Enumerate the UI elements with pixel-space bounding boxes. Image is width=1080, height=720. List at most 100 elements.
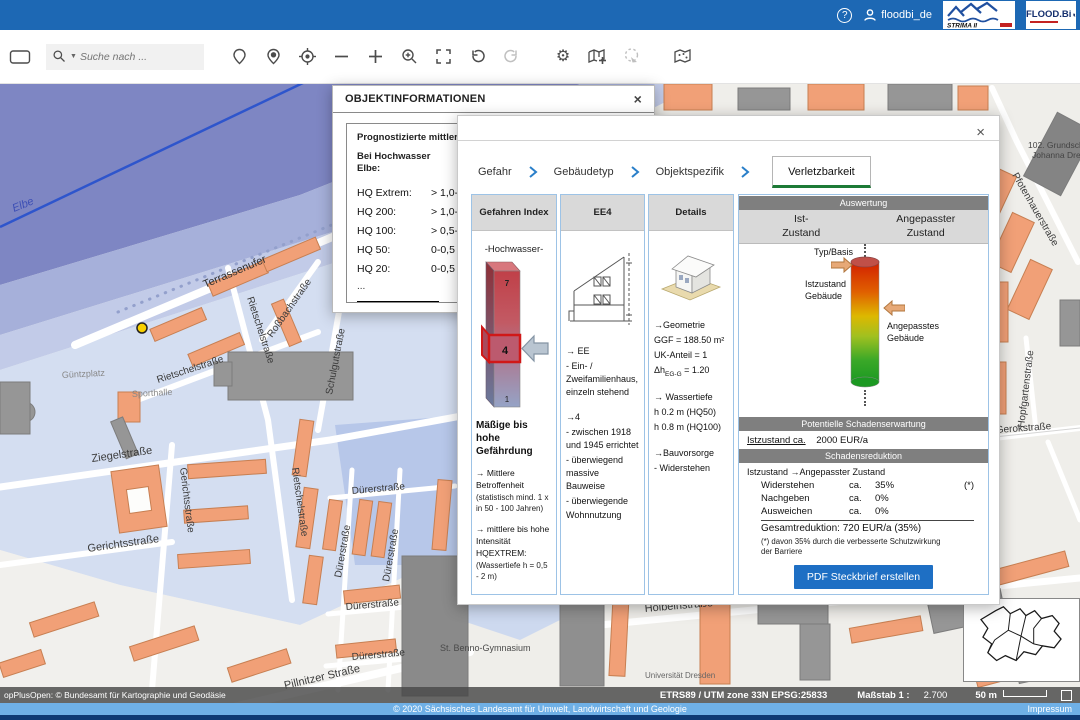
house-3d-icon bbox=[659, 247, 723, 305]
gefahren-index-header: Gefahren Index bbox=[472, 195, 556, 231]
strima-logo[interactable]: STRIMA II bbox=[943, 1, 1015, 29]
scalebar-label: 50 m bbox=[975, 690, 997, 701]
saxony-districts-outline bbox=[964, 599, 1079, 681]
locate-tool-icon[interactable] bbox=[227, 45, 251, 69]
ggf-value: GGF = 188.50 m² bbox=[649, 334, 733, 347]
selected-object-marker[interactable] bbox=[137, 323, 147, 333]
center-position-tool-icon[interactable] bbox=[295, 45, 319, 69]
building-sketch-icon bbox=[566, 249, 640, 329]
floodbi-logo-text: FLOOD.Bi bbox=[1026, 10, 1071, 20]
tab-gebaeudetyp[interactable]: Gebäudetyp bbox=[554, 166, 614, 178]
ee-desc: - Ein- / Zweifamilienhaus, einzeln stehe… bbox=[561, 360, 644, 399]
angepasstes-gebaeude-label: AngepasstesGebäude bbox=[887, 320, 947, 344]
map-toolbar: ▼ ⚙ bbox=[0, 30, 1080, 84]
schadensreduktion-header: Schadensreduktion bbox=[739, 449, 988, 463]
map-attribution: opPlusOpen: © Bundesamt für Kartographie… bbox=[4, 690, 226, 700]
uk-anteil-value: UK-Anteil = 1 bbox=[649, 349, 733, 362]
verletzbarkeit-dialog: × Gefahr Gebäudetyp Objektspezifik Verle… bbox=[457, 115, 1000, 605]
scalebar-graphic bbox=[1003, 690, 1047, 697]
current-level-arrow-icon bbox=[522, 336, 548, 361]
gebaeudetyp-panel: EE4 → EE - Ein- / Zweifamilienhaus, einz… bbox=[560, 194, 645, 595]
search-caret-icon[interactable]: ▼ bbox=[70, 53, 77, 60]
damage-gradient-cylinder bbox=[850, 256, 880, 388]
auswertung-panel: Auswertung Ist-Zustand AngepassterZustan… bbox=[738, 194, 989, 595]
floodbi-logo-icon bbox=[1073, 8, 1076, 22]
massstab-label: Maßstab 1 : bbox=[857, 690, 909, 701]
intensitaet-note: (Wassertiefe h = 0,5 - 2 m) bbox=[476, 560, 552, 582]
floodbi-logo-accent bbox=[1030, 21, 1058, 23]
gesamtreduktion-value: Gesamtreduktion: 720 EUR/a (35%) bbox=[739, 523, 988, 534]
statusbar-panel-icon[interactable] bbox=[1061, 690, 1072, 701]
geometrie-heading: →Geometrie bbox=[649, 319, 733, 332]
ist-arrow-icon bbox=[831, 257, 853, 273]
map-label-universitaet: Universität Dresden bbox=[645, 671, 715, 680]
undo-icon[interactable] bbox=[465, 45, 489, 69]
auswertung-header: Auswertung bbox=[739, 196, 988, 210]
baujahr-line: - zwischen 1918 und 1945 errichtet bbox=[561, 426, 644, 452]
steckbrief-button[interactable]: Steckbrief bbox=[357, 301, 439, 303]
map-status-bar: opPlusOpen: © Bundesamt für Kartographie… bbox=[0, 687, 1080, 703]
istzustand-gebaeude-label: IstzustandGebäude bbox=[805, 278, 855, 302]
hochwasser-subtitle: -Hochwasser- bbox=[472, 244, 556, 255]
class4-line: →4 bbox=[561, 411, 644, 424]
dialog-divider bbox=[458, 140, 999, 141]
app-window: Elbe Terrassenufer Rietschelstraße Riets… bbox=[0, 0, 1080, 720]
bottom-edge-bar bbox=[0, 715, 1080, 720]
objektinformationen-close-icon[interactable]: × bbox=[634, 91, 642, 107]
wassertiefe-hq50: h 0.2 m (HQ50) bbox=[649, 406, 733, 419]
zoom-in-tool-icon[interactable] bbox=[363, 45, 387, 69]
angepasst-arrow-icon bbox=[883, 300, 905, 316]
user-menu[interactable]: floodbi_de bbox=[863, 8, 932, 22]
zoom-window-tool-icon[interactable] bbox=[397, 45, 421, 69]
istzustand-value: 2000 EUR/a bbox=[816, 435, 868, 446]
tab-verletzbarkeit[interactable]: Verletzbarkeit bbox=[772, 156, 871, 188]
svg-text:1: 1 bbox=[505, 395, 510, 404]
pdf-steckbrief-button[interactable]: PDF Steckbrief erstellen bbox=[794, 565, 933, 589]
gefaehrdung-rating: Mäßige bis hohe Gefährdung bbox=[472, 419, 556, 458]
impressum-link[interactable]: Impressum bbox=[1027, 703, 1072, 715]
schadenserwartung-header: Potentielle Schadenserwartung bbox=[739, 417, 988, 431]
overview-inset-map[interactable] bbox=[963, 598, 1080, 682]
chevron-right-icon bbox=[528, 165, 538, 179]
place-marker-tool-icon[interactable] bbox=[261, 45, 285, 69]
crs-label: ETRS89 / UTM zone 33N EPSG:25833 bbox=[660, 690, 827, 701]
details-header: Details bbox=[649, 195, 733, 231]
dialog-close-icon[interactable]: × bbox=[976, 125, 985, 140]
bauvorsorge-heading: →Bauvorsorge bbox=[649, 447, 733, 460]
map-marks-tool-icon[interactable] bbox=[671, 45, 695, 69]
svg-text:7: 7 bbox=[505, 279, 510, 288]
reduction-row: Ausweichenca.0% bbox=[739, 505, 988, 518]
user-icon bbox=[863, 8, 877, 22]
intensitaet-text: → mittlere bis hohe Intensität HQEXTREM: bbox=[476, 524, 552, 560]
strima-logo-text: STRIMA II bbox=[947, 23, 977, 30]
tab-gefahr[interactable]: Gefahr bbox=[478, 166, 512, 178]
tab-objektspezifik[interactable]: Objektspezifik bbox=[656, 166, 724, 178]
betroffenheit-text: → Mittlere Betroffenheit bbox=[476, 468, 552, 492]
select-tool-icon[interactable] bbox=[619, 45, 643, 69]
full-extent-tool-icon[interactable] bbox=[431, 45, 455, 69]
map-label-schule-1: 102. Grundschule bbox=[1028, 140, 1080, 150]
ee-line: → EE bbox=[561, 345, 644, 358]
details-panel: Details →Geometrie GGF = 188.50 m² UK-An… bbox=[648, 194, 734, 595]
copyright-bar: © 2020 Sächsisches Landesamt für Umwelt,… bbox=[0, 703, 1080, 715]
zoom-out-tool-icon[interactable] bbox=[329, 45, 353, 69]
reduction-row: Nachgebenca.0% bbox=[739, 492, 988, 505]
map-label-benno: St. Benno-Gymnasium bbox=[440, 643, 531, 653]
search-input[interactable] bbox=[80, 51, 180, 63]
map-label-schule-2: Johanna Dres... bbox=[1032, 150, 1080, 160]
settings-gear-icon[interactable]: ⚙ bbox=[551, 45, 575, 69]
map-add-tool-icon[interactable] bbox=[585, 45, 609, 69]
floodbi-logo[interactable]: FLOOD.Bi bbox=[1026, 1, 1076, 29]
redo-icon[interactable] bbox=[499, 45, 523, 69]
footnote-line2: der Barriere bbox=[761, 547, 988, 557]
ee4-header: EE4 bbox=[561, 195, 644, 231]
gefahren-index-bar-chart: 7 1 4 bbox=[472, 259, 556, 417]
reduktion-subheading: Istzustand →Angepasster Zustand bbox=[739, 463, 988, 479]
sidebar-toggle-icon[interactable] bbox=[8, 45, 32, 69]
help-icon[interactable]: ? bbox=[837, 8, 852, 23]
massstab-value[interactable]: 2.700 bbox=[924, 690, 948, 701]
wassertiefe-heading: → Wassertiefe bbox=[649, 391, 733, 404]
delta-h-value: ΔhEG-G = 1.20 bbox=[649, 364, 733, 379]
copyright-text: © 2020 Sächsisches Landesamt für Umwelt,… bbox=[393, 704, 687, 714]
wassertiefe-hq100: h 0.8 m (HQ100) bbox=[649, 421, 733, 434]
